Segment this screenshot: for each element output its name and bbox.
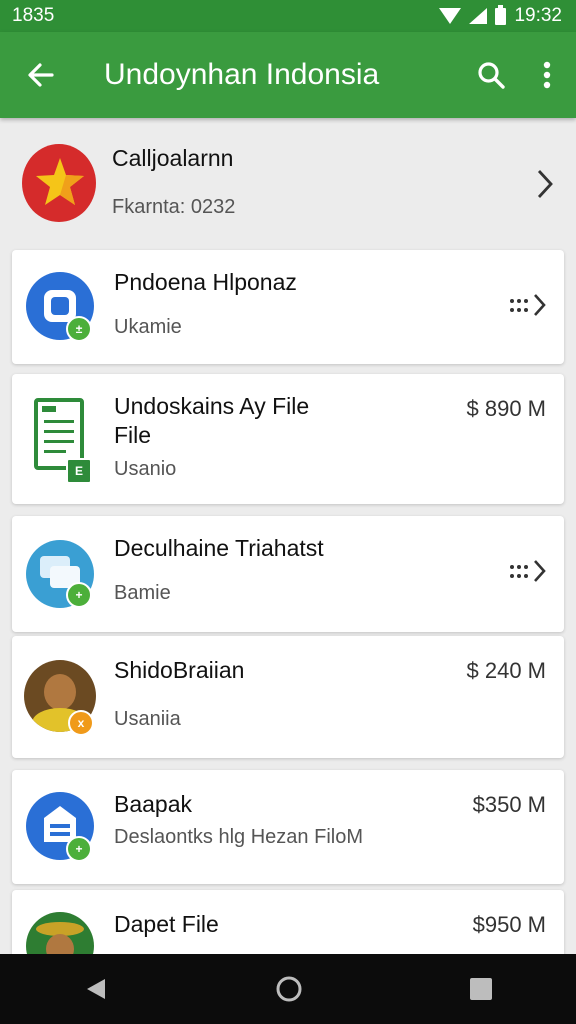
status-time: 19:32 (514, 5, 562, 26)
item-sub: Usaniia (114, 708, 181, 730)
list-item[interactable]: + Deculhaine Triahatst Bamie (12, 516, 564, 632)
item-badge: E (66, 458, 92, 484)
dotted-chevron-icon[interactable] (508, 292, 548, 318)
search-icon (478, 62, 505, 89)
item-sub: Ukamie (114, 316, 182, 338)
list-item[interactable]: ± Pndoena Hlponaz Ukamie (12, 250, 564, 364)
more-options-button[interactable] (518, 32, 576, 118)
item-badge: x (68, 710, 94, 736)
item-sub: Bamie (114, 582, 171, 604)
header-sub: Fkarnta: 0232 (112, 196, 236, 218)
search-button[interactable] (464, 32, 518, 118)
status-icons: 19:32 (439, 4, 562, 27)
nav-back-icon[interactable] (83, 976, 109, 1002)
header-contact[interactable]: Calljoalarnn Fkarnta: 0232 (0, 126, 576, 242)
signal-icon (469, 8, 488, 24)
item-price: $950 M (472, 912, 546, 937)
chevron-right-icon (537, 170, 553, 198)
item-sub: Deslaontks hlg Hezan FiloM (114, 826, 363, 848)
star-logo-icon (36, 158, 84, 205)
nav-recents-icon[interactable] (469, 977, 493, 1001)
item-badge: + (66, 582, 92, 608)
item-price: $350 M (472, 792, 546, 817)
item-badge: + (66, 836, 92, 862)
more-vert-icon (543, 61, 551, 89)
item-name: Dapet File (114, 911, 219, 937)
status-bar: 1835 19:32 (0, 0, 576, 32)
list-item[interactable]: x ShidoBraiian Usaniia $ 240 M (12, 636, 564, 758)
item-badge: ± (66, 316, 92, 342)
item-name: ShidoBraiian (114, 657, 245, 683)
item-price: $ 240 M (466, 658, 547, 683)
system-nav-bar (0, 954, 576, 1024)
list-item[interactable]: E Undoskains Ay File File Usanio $ 890 M (12, 374, 564, 504)
list-item[interactable]: + Baapak Deslaontks hlg Hezan FiloM $350… (12, 770, 564, 884)
back-button[interactable] (0, 32, 82, 118)
item-name: Pndoena Hlponaz (114, 269, 297, 295)
nav-home-icon[interactable] (275, 975, 303, 1003)
item-name: Baapak (114, 791, 193, 817)
page-title: Undoynhan Indonsia (104, 58, 380, 91)
status-left-text: 1835 (12, 5, 55, 26)
dotted-chevron-icon[interactable] (508, 558, 548, 584)
back-arrow-icon (28, 63, 54, 87)
item-name: Deculhaine Triahatst (114, 535, 324, 561)
battery-icon (495, 4, 507, 25)
item-price: $ 890 M (466, 396, 547, 421)
app-bar: Undoynhan Indonsia (0, 32, 576, 118)
item-name: Undoskains Ay File File (114, 393, 310, 448)
header-name: Calljoalarnn (112, 145, 234, 171)
item-sub: Usanio (114, 458, 177, 480)
wifi-icon (439, 8, 462, 24)
header-avatar (22, 144, 96, 222)
